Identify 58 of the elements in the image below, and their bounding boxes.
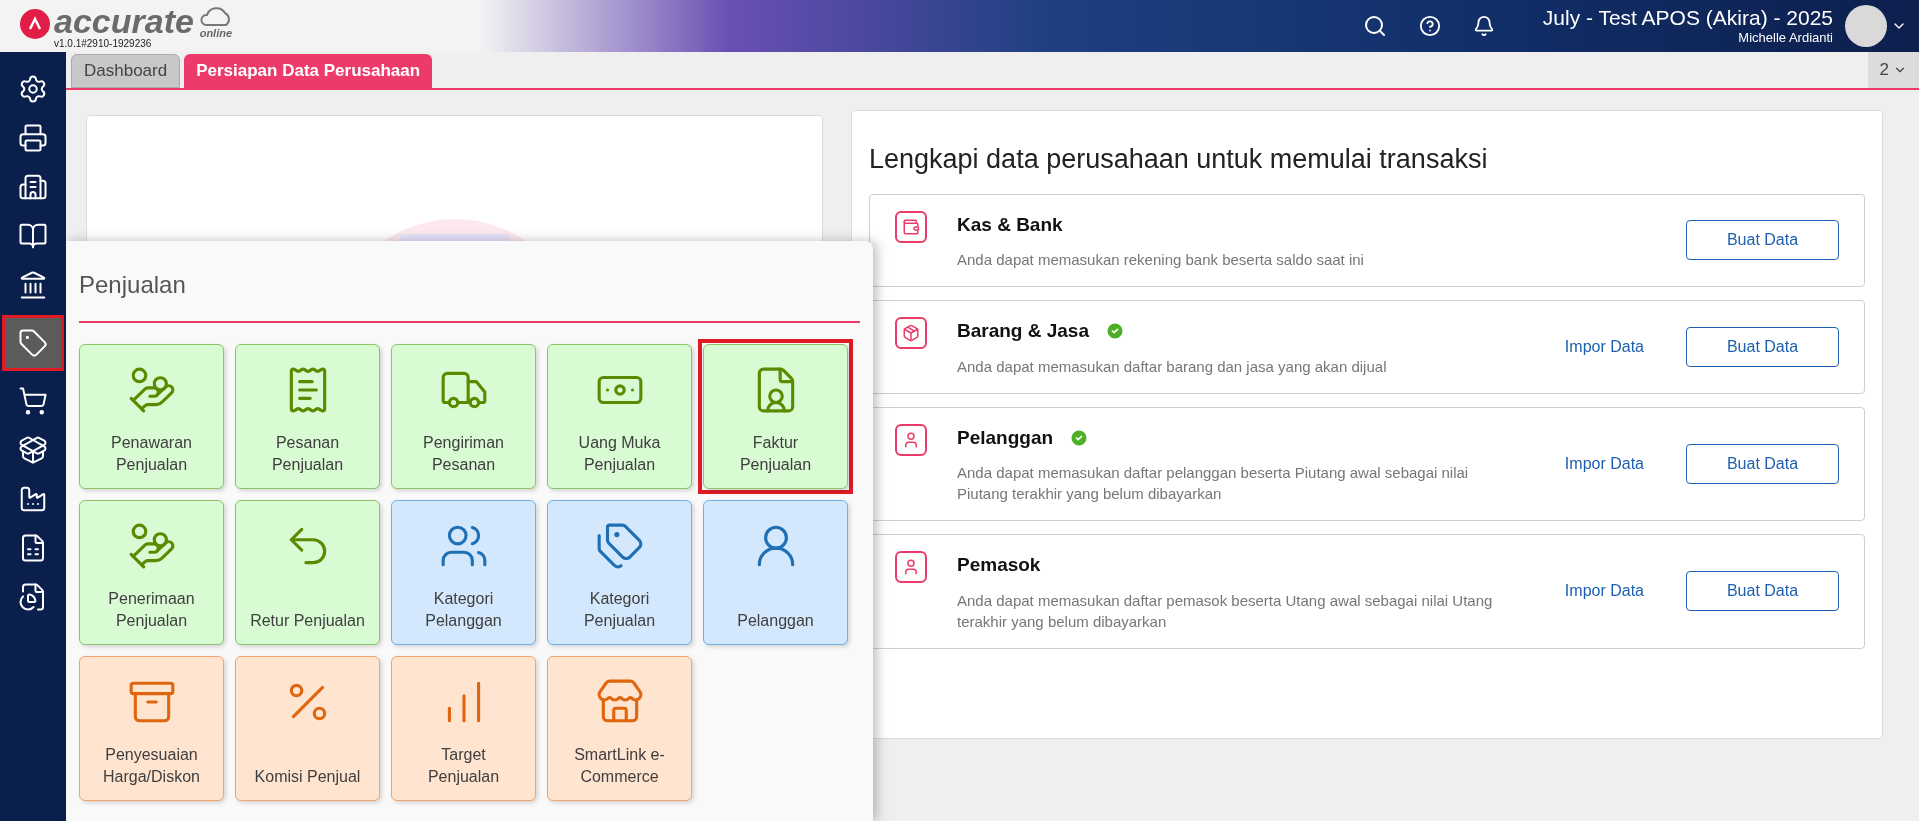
menu-tile[interactable]: Komisi Penjual [235, 656, 380, 801]
tab-count-dropdown[interactable]: 2 [1867, 52, 1919, 88]
setup-item-name: Barang & Jasa [957, 319, 1089, 343]
book-icon [18, 221, 48, 251]
bank-icon [18, 270, 48, 300]
version-text: v1.0.1#2910-1929236 [54, 39, 153, 49]
factory-icon [18, 484, 48, 514]
menu-tile[interactable]: Pengiriman Pesanan [391, 344, 536, 489]
user-name: Michelle Ardianti [1738, 30, 1833, 46]
menu-title: Penjualan [79, 267, 860, 323]
sidebar-item[interactable] [2, 315, 64, 371]
printer-icon [18, 123, 48, 153]
menu-tile[interactable]: Retur Penjualan [235, 500, 380, 645]
setup-item-name: Kas & Bank [957, 212, 1063, 237]
price-tag-icon [18, 328, 48, 358]
menu-tile[interactable]: Penerimaan Penjualan [79, 500, 224, 645]
cart-icon [18, 386, 48, 416]
create-data-button[interactable]: Buat Data [1686, 443, 1839, 484]
setup-item-name: Pemasok [957, 553, 1041, 577]
setup-title: Lengkapi data perusahaan untuk memulai transaksi [869, 143, 1489, 176]
setup-item-description: Anda dapat memasukan daftar pemasok beserta Utang awal sebagai nilai Utang terakhir yang belum dibayarkan [957, 590, 1494, 632]
create-data-button[interactable]: Buat Data [1686, 326, 1839, 367]
import-data-link[interactable]: Impor Data [1564, 451, 1644, 476]
company-name: July - Test APOS (Akira) - 2025 [1542, 6, 1833, 30]
menu-tile[interactable]: Kategori Penjualan [547, 500, 692, 645]
avatar[interactable] [1845, 5, 1887, 47]
setup-item-description: Anda dapat memasukan daftar barang dan jasa yang akan dijual [957, 356, 1387, 377]
create-data-button[interactable]: Buat Data [1686, 571, 1839, 612]
setup-item-icon [895, 317, 927, 349]
logo-subtitle: online [199, 27, 233, 39]
create-data-button[interactable]: Buat Data [1686, 220, 1839, 261]
menu-tile[interactable]: Uang Muka Penjualan [547, 344, 692, 489]
menu-tile[interactable]: Pesanan Penjualan [235, 344, 380, 489]
notification-button[interactable] [1472, 15, 1495, 37]
setup-item-description: Anda dapat memasukan rekening bank beserta saldo saat ini [957, 250, 1364, 270]
menu-tile[interactable]: SmartLink e-Commerce [547, 656, 692, 801]
search-button[interactable] [1362, 14, 1387, 38]
tab[interactable]: Dashboard [71, 54, 181, 88]
menu-tile[interactable]: Kategori Pelanggan [391, 500, 536, 645]
package-icon [18, 435, 48, 465]
logo-text: accurate [54, 3, 194, 39]
tab[interactable]: Persiapan Data Perusahaan [184, 54, 433, 88]
settings-icon [18, 74, 48, 104]
setup-item-icon [895, 551, 927, 583]
setup-item-icon [895, 423, 927, 456]
menu-tile[interactable]: Pelanggan [703, 500, 848, 645]
menu-tile[interactable]: Penawaran Penjualan [79, 344, 224, 489]
menu-tile[interactable]: Target Penjualan [391, 656, 536, 801]
setup-item-description: Anda dapat memasukan daftar pelanggan beserta Piutang awal sebagai nilai Piutang terakhir yang belum dibayarkan [957, 463, 1470, 504]
import-data-link[interactable]: Impor Data [1564, 334, 1644, 359]
import-data-link[interactable]: Impor Data [1564, 579, 1644, 604]
menu-tile[interactable]: Faktur Penjualan [703, 344, 848, 489]
logo-icon [20, 9, 50, 39]
building-icon [18, 172, 48, 202]
help-button[interactable] [1418, 15, 1441, 37]
setup-item-name: Pelanggan [957, 425, 1054, 450]
menu-tile[interactable]: Penyesuaian Harga/Diskon [79, 656, 224, 801]
setup-item-icon [895, 210, 927, 243]
